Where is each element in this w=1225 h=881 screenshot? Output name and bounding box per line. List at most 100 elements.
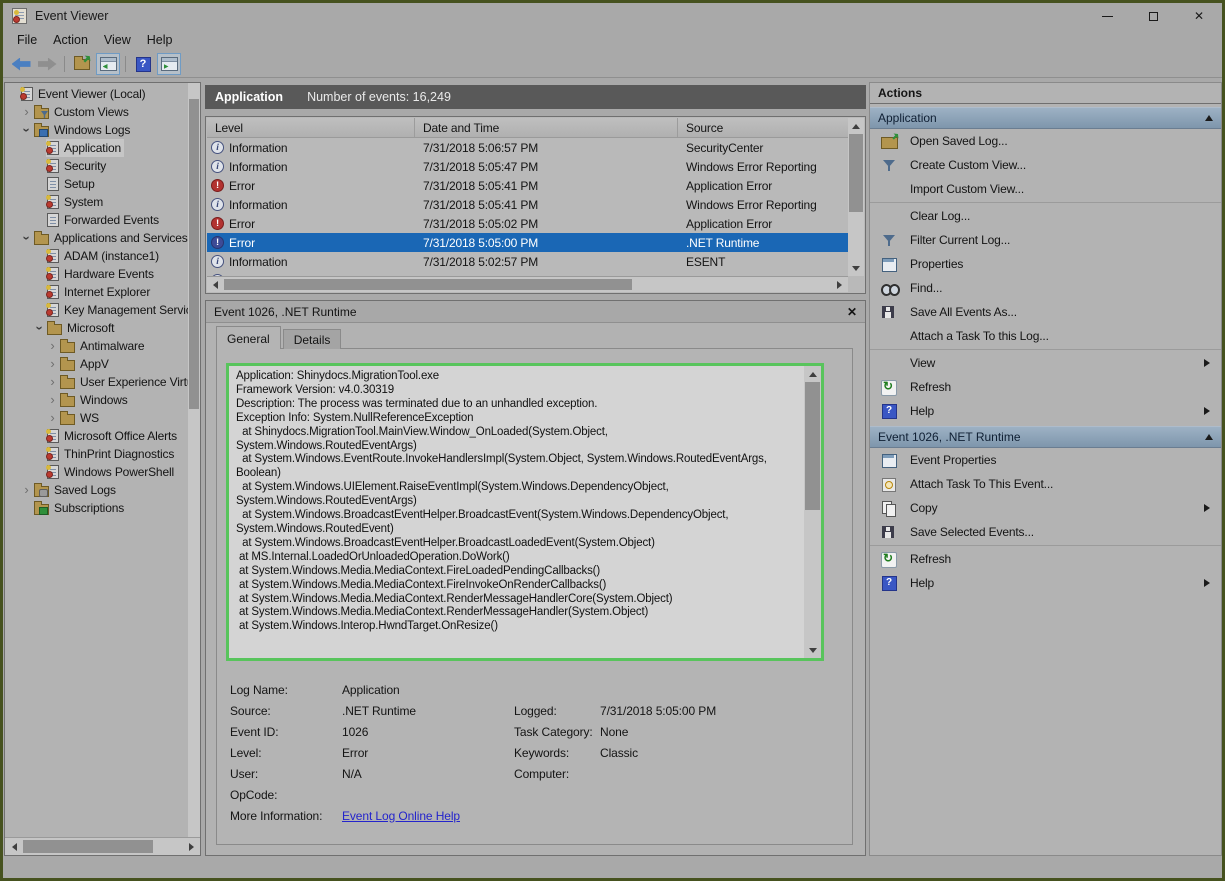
scrollbar-thumb[interactable]: [849, 134, 863, 212]
back-button[interactable]: [9, 53, 33, 75]
action-view[interactable]: View: [870, 351, 1221, 375]
tree-item-antimalware[interactable]: ›Antimalware: [5, 337, 188, 355]
column-header-level[interactable]: Level: [207, 118, 415, 137]
collapse-arrow-icon[interactable]: ›: [21, 232, 33, 245]
scroll-up-icon[interactable]: [848, 118, 864, 133]
export-button[interactable]: [70, 53, 94, 75]
tree-vertical-scrollbar[interactable]: [188, 83, 200, 837]
expand-arrow-icon[interactable]: ›: [20, 484, 33, 496]
action-filter-current-log[interactable]: Filter Current Log...: [870, 228, 1221, 252]
tree-item-key-management-service[interactable]: Key Management Service: [5, 301, 188, 319]
scroll-right-icon[interactable]: [832, 277, 848, 292]
close-button[interactable]: [1176, 3, 1222, 29]
collapse-arrow-icon[interactable]: ›: [34, 322, 46, 335]
action-help[interactable]: Help: [870, 571, 1221, 595]
action-event-properties[interactable]: Event Properties: [870, 448, 1221, 472]
action-clear-log[interactable]: Clear Log...: [870, 204, 1221, 228]
tree-item-subscriptions[interactable]: Subscriptions: [5, 499, 188, 517]
event-log-online-help-link[interactable]: Event Log Online Help: [342, 809, 460, 823]
event-row[interactable]: Information7/31/2018 5:06:57 PMSecurityC…: [207, 138, 848, 157]
expand-arrow-icon[interactable]: ›: [46, 340, 59, 352]
tree-item-windows-powershell[interactable]: Windows PowerShell: [5, 463, 188, 481]
scroll-down-icon[interactable]: [804, 643, 821, 658]
event-row[interactable]: Error7/31/2018 5:05:02 PMApplication Err…: [207, 214, 848, 233]
action-import-custom-view[interactable]: Import Custom View...: [870, 177, 1221, 201]
column-header-source[interactable]: Source: [678, 118, 848, 137]
scroll-right-icon[interactable]: [183, 838, 200, 855]
action-attach-a-task-to-this-log[interactable]: Attach a Task To this Log...: [870, 324, 1221, 348]
event-row[interactable]: Error7/31/2018 5:05:00 PM.NET Runtime: [207, 233, 848, 252]
collapse-arrow-icon[interactable]: ›: [21, 124, 33, 137]
action-create-custom-view[interactable]: Create Custom View...: [870, 153, 1221, 177]
event-row[interactable]: Information7/31/2018 5:02:57 PMESENT: [207, 252, 848, 271]
tree-item-windows-logs[interactable]: ›Windows Logs: [5, 121, 188, 139]
scroll-left-icon[interactable]: [5, 838, 22, 855]
action-attach-task-to-this-event[interactable]: Attach Task To This Event...: [870, 472, 1221, 496]
tree-item-microsoft-office-alerts[interactable]: Microsoft Office Alerts: [5, 427, 188, 445]
tree-item-custom-views[interactable]: ›Custom Views: [5, 103, 188, 121]
action-open-saved-log[interactable]: Open Saved Log...: [870, 129, 1221, 153]
event-message-box[interactable]: Application: Shinydocs.MigrationTool.exe…: [226, 363, 824, 661]
forward-button[interactable]: [35, 53, 59, 75]
tree-horizontal-scrollbar[interactable]: [5, 837, 200, 855]
tree-item-security[interactable]: Security: [5, 157, 188, 175]
tree-item-event-viewer-local[interactable]: Event Viewer (Local): [5, 85, 188, 103]
expand-arrow-icon[interactable]: ›: [46, 412, 59, 424]
console-tree-button[interactable]: [96, 53, 120, 75]
table-vertical-scrollbar[interactable]: [848, 118, 864, 276]
scrollbar-thumb[interactable]: [23, 840, 153, 853]
table-horizontal-scrollbar[interactable]: [207, 276, 848, 292]
tree-item-application[interactable]: Application: [5, 139, 188, 157]
expand-arrow-icon[interactable]: ›: [46, 376, 59, 388]
menu-view[interactable]: View: [96, 31, 139, 49]
actions-section-header-event-1026-net-runtime[interactable]: Event 1026, .NET Runtime: [870, 426, 1221, 448]
action-pane-button[interactable]: [157, 53, 181, 75]
maximize-button[interactable]: [1130, 3, 1176, 29]
scrollbar-thumb[interactable]: [805, 382, 820, 510]
expand-arrow-icon[interactable]: ›: [46, 358, 59, 370]
tree-item-thinprint-diagnostics[interactable]: ThinPrint Diagnostics: [5, 445, 188, 463]
menu-action[interactable]: Action: [45, 31, 96, 49]
message-vertical-scrollbar[interactable]: [804, 366, 821, 658]
tab-details[interactable]: Details: [283, 329, 342, 349]
tree-item-internet-explorer[interactable]: Internet Explorer: [5, 283, 188, 301]
event-row[interactable]: Information7/31/2018 5:05:47 PMWindows E…: [207, 157, 848, 176]
event-row[interactable]: Error7/31/2018 5:05:41 PMApplication Err…: [207, 176, 848, 195]
tree-item-setup[interactable]: Setup: [5, 175, 188, 193]
menu-file[interactable]: File: [9, 31, 45, 49]
tree-item-microsoft[interactable]: ›Microsoft: [5, 319, 188, 337]
action-refresh[interactable]: Refresh: [870, 547, 1221, 571]
tree-item-applications-and-services-lo[interactable]: ›Applications and Services Lo: [5, 229, 188, 247]
tree-item-system[interactable]: System: [5, 193, 188, 211]
help-button[interactable]: [131, 53, 155, 75]
action-copy[interactable]: Copy: [870, 496, 1221, 520]
tree-item-saved-logs[interactable]: ›Saved Logs: [5, 481, 188, 499]
collapse-arrow-icon[interactable]: [1205, 430, 1213, 440]
action-save-all-events-as[interactable]: Save All Events As...: [870, 300, 1221, 324]
tab-general[interactable]: General: [216, 326, 281, 349]
tree-item-appv[interactable]: ›AppV: [5, 355, 188, 373]
action-save-selected-events[interactable]: Save Selected Events...: [870, 520, 1221, 544]
scroll-up-icon[interactable]: [804, 366, 821, 381]
event-row[interactable]: Information7/31/2018 5:05:41 PMWindows E…: [207, 195, 848, 214]
scroll-down-icon[interactable]: [848, 261, 864, 276]
close-detail-icon[interactable]: [847, 305, 857, 319]
scroll-left-icon[interactable]: [207, 277, 223, 292]
tree-item-windows[interactable]: ›Windows: [5, 391, 188, 409]
action-refresh[interactable]: Refresh: [870, 375, 1221, 399]
scrollbar-thumb[interactable]: [224, 279, 632, 290]
action-help[interactable]: Help: [870, 399, 1221, 423]
tree-item-ws[interactable]: ›WS: [5, 409, 188, 427]
expand-arrow-icon[interactable]: ›: [46, 394, 59, 406]
expand-arrow-icon[interactable]: ›: [20, 106, 33, 118]
column-header-date-and-time[interactable]: Date and Time: [415, 118, 678, 137]
tree-item-user-experience-virtua[interactable]: ›User Experience Virtua: [5, 373, 188, 391]
scrollbar-thumb[interactable]: [189, 99, 199, 409]
action-properties[interactable]: Properties: [870, 252, 1221, 276]
tree-item-forwarded-events[interactable]: Forwarded Events: [5, 211, 188, 229]
actions-section-header-application[interactable]: Application: [870, 107, 1221, 129]
menu-help[interactable]: Help: [139, 31, 181, 49]
collapse-arrow-icon[interactable]: [1205, 111, 1213, 121]
minimize-button[interactable]: [1084, 3, 1130, 29]
tree-item-hardware-events[interactable]: Hardware Events: [5, 265, 188, 283]
